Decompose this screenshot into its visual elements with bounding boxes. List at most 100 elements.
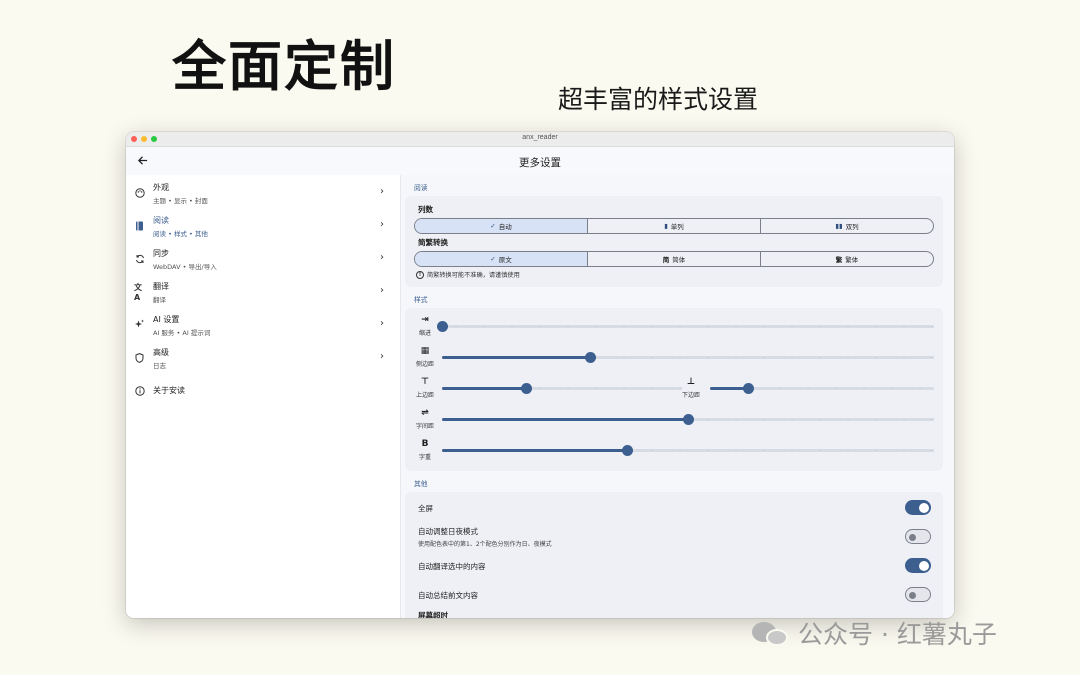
slider-thumb[interactable]	[521, 383, 532, 394]
book-icon	[134, 220, 145, 231]
top-margin-slider[interactable]	[442, 383, 682, 394]
option-label: 自动	[498, 223, 512, 231]
font-weight-slider-row: B 字重	[414, 436, 934, 467]
convert-option-original[interactable]: ✓ 原文	[415, 252, 588, 266]
option-label: 单列	[670, 223, 684, 231]
watermark: 公众号 · 红薯丸子	[752, 615, 997, 651]
letter-spacing-slider-row: ⇌ 字间距	[414, 405, 934, 436]
reading-card: 列数 ✓ 自动 ▮ 单列 ▮▮ 双列 简繁转换 ✓ 原文 简 简体 繁 繁体 !…	[405, 196, 943, 287]
double-column-icon: ▮▮	[835, 222, 843, 230]
settings-content: 阅读 列数 ✓ 自动 ▮ 单列 ▮▮ 双列 简繁转换 ✓ 原文 简 简体 繁 繁…	[401, 175, 954, 618]
side-margin-icon: ▦	[420, 346, 430, 356]
convert-label: 简繁转换	[418, 238, 448, 247]
chevron-right-icon: ›	[380, 252, 384, 263]
sparkle-icon	[134, 319, 145, 330]
side-margin-slider-row: ▦ 侧边距	[414, 343, 934, 374]
columns-segmented-control: ✓ 自动 ▮ 单列 ▮▮ 双列	[414, 218, 934, 234]
columns-option-single[interactable]: ▮ 单列	[588, 219, 761, 233]
bold-icon: B	[421, 439, 429, 449]
columns-option-double[interactable]: ▮▮ 双列	[761, 219, 933, 233]
convert-warning: ! 简繁转换可能不准确，请谨慎使用	[416, 270, 934, 279]
option-label: 双列	[845, 223, 859, 231]
convert-option-simplified[interactable]: 简 简体	[588, 252, 761, 266]
option-label: 繁体	[845, 256, 859, 264]
single-column-icon: ▮	[664, 222, 668, 230]
slider-label: 侧边距	[415, 361, 434, 368]
fullscreen-row: 全屏	[414, 494, 934, 523]
slider-thumb[interactable]	[621, 445, 633, 456]
translate-icon: 文A	[134, 282, 142, 302]
toggle-label: 全屏	[418, 504, 433, 513]
toggle-label: 自动调整日夜模式	[418, 527, 478, 536]
convert-segmented-control: ✓ 原文 简 简体 繁 繁体	[414, 251, 934, 267]
chevron-right-icon: ›	[380, 219, 384, 230]
slider-thumb[interactable]	[743, 383, 755, 394]
convert-option-traditional[interactable]: 繁 繁体	[761, 252, 933, 266]
auto-summary-row: 自动总结前文内容	[414, 581, 934, 610]
traditional-char-icon: 繁	[835, 256, 843, 264]
bottom-margin-slider[interactable]	[710, 383, 934, 394]
sidebar-item-ai[interactable]: AI 设置 AI 服务 • AI 提示词 ›	[126, 310, 400, 343]
slider-thumb[interactable]	[683, 414, 694, 425]
fullscreen-toggle[interactable]	[905, 500, 931, 515]
hero-subtitle: 超丰富的样式设置	[558, 85, 759, 114]
font-weight-slider[interactable]	[442, 445, 934, 456]
indent-slider[interactable]	[437, 321, 934, 332]
check-icon: ✓	[490, 222, 496, 230]
slider-thumb[interactable]	[584, 352, 596, 363]
auto-translate-row: 自动翻译选中的内容	[414, 552, 934, 581]
chevron-right-icon: ›	[380, 318, 384, 329]
chevron-right-icon: ›	[380, 285, 384, 296]
sidebar-item-sync[interactable]: 同步 WebDAV • 导出/导入 ›	[126, 244, 400, 277]
columns-option-auto[interactable]: ✓ 自动	[415, 219, 588, 233]
section-label-reading: 阅读	[414, 184, 428, 192]
warning-icon: !	[416, 270, 424, 279]
sidebar-item-subtitle: AI 服务 • AI 提示词	[153, 329, 211, 337]
letter-spacing-slider[interactable]	[442, 414, 934, 425]
section-label-other: 其他	[414, 480, 428, 488]
sidebar-item-translate[interactable]: 文A 翻译 翻译 ›	[126, 277, 400, 310]
top-margin-icon: ⊤	[420, 377, 430, 387]
option-label: 简体	[672, 256, 686, 264]
sidebar-item-about[interactable]: 关于安读	[126, 376, 400, 409]
sidebar-item-advanced[interactable]: 高级 日志 ›	[126, 343, 400, 376]
chevron-right-icon: ›	[380, 351, 384, 362]
side-margin-slider[interactable]	[442, 352, 934, 363]
slider-label: 字重	[418, 454, 431, 461]
sidebar-item-subtitle: 阅读 • 样式 • 其他	[153, 230, 208, 238]
section-label-style: 样式	[414, 296, 428, 304]
page-title: 更多设置	[519, 157, 561, 169]
sidebar-item-title: 翻译	[153, 282, 169, 291]
sync-icon	[134, 253, 145, 264]
sidebar-item-title: 高级	[153, 348, 169, 357]
window-titlebar: anx_reader	[126, 132, 954, 147]
sidebar-item-title: 外观	[153, 183, 169, 192]
letter-spacing-icon: ⇌	[421, 408, 429, 418]
indent-icon: ⇥	[421, 315, 429, 325]
sidebar-item-title: AI 设置	[153, 315, 180, 324]
sidebar-item-subtitle: 主题 • 显示 • 封面	[153, 197, 208, 205]
vertical-margin-slider-row: ⊤ 上边距 ⊥ 下边距	[414, 374, 934, 405]
auto-translate-toggle[interactable]	[905, 558, 931, 573]
window-title: anx_reader	[522, 134, 558, 141]
sidebar-item-reading[interactable]: 阅读 阅读 • 样式 • 其他 ›	[126, 211, 400, 244]
slider-label: 下边距	[681, 392, 700, 399]
hero-title: 全面定制	[172, 34, 396, 98]
simplified-char-icon: 简	[662, 256, 670, 264]
info-icon	[134, 385, 145, 396]
auto-summary-toggle[interactable]	[905, 587, 931, 602]
option-label: 原文	[498, 256, 512, 264]
toggle-label: 自动总结前文内容	[418, 591, 478, 600]
slider-label: 缩进	[418, 330, 431, 337]
auto-night-toggle[interactable]	[905, 529, 931, 544]
sidebar-item-title: 关于安读	[153, 386, 185, 395]
sidebar-item-appearance[interactable]: 外观 主题 • 显示 • 封面 ›	[126, 178, 400, 211]
sidebar-item-title: 同步	[153, 249, 169, 258]
bottom-margin-icon: ⊥	[686, 377, 696, 387]
app-window: anx_reader 更多设置 外观 主题 • 显示 • 封面 › 阅读 阅读 …	[126, 132, 954, 618]
slider-thumb[interactable]	[437, 321, 448, 332]
wechat-icon	[752, 620, 790, 646]
style-card: ⇥ 缩进 ▦ 侧边距 ⊤ 上边距 ⊥ 下边距 ⇌ 字间距 B 字重	[405, 308, 943, 471]
sidebar-item-subtitle: 日志	[153, 362, 166, 370]
sidebar-item-title: 阅读	[153, 216, 169, 225]
